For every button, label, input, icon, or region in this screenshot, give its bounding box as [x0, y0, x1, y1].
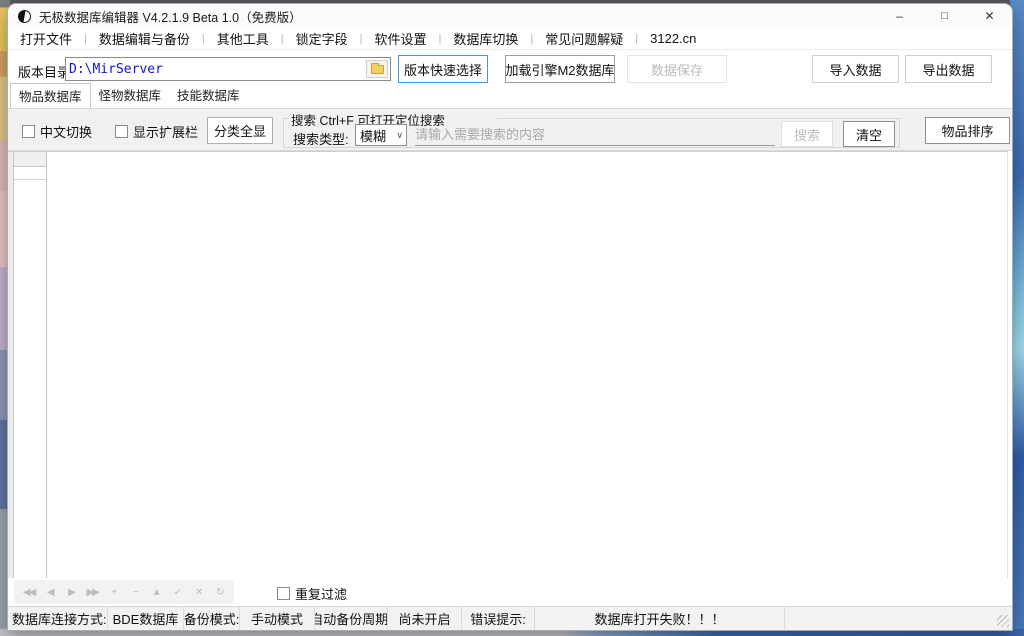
folder-icon [371, 65, 384, 74]
clear-button[interactable]: 清空 [843, 121, 895, 147]
search-type-value: 模糊 [360, 126, 386, 145]
browse-folder-button[interactable] [366, 60, 388, 78]
status-filler [785, 607, 1012, 630]
cancel-edit-button: ✕ [189, 587, 207, 598]
prior-record-button: ◀ [41, 587, 59, 598]
menu-separator: | [524, 33, 539, 45]
menu-separator: | [275, 33, 290, 45]
menu-separator: | [196, 33, 211, 45]
window-controls: – □ ✕ [877, 4, 1012, 28]
search-group: 搜索 Ctrl+F 可打开定位搜索 搜索类型: 模糊 ∨ 搜索 清空 [283, 109, 900, 150]
load-m2-database-button[interactable]: 加载引擎M2数据库 [505, 55, 615, 83]
import-data-button[interactable]: 导入数据 [812, 55, 899, 83]
grid-empty-row [14, 168, 46, 180]
version-dir-input[interactable] [69, 59, 364, 79]
search-type-label: 搜索类型: [293, 129, 349, 148]
menu-database-switch[interactable]: 数据库切换 [447, 29, 524, 48]
category-show-all-button[interactable]: 分类全显 [207, 117, 273, 144]
status-auto-backup-value: 尚未开启 [388, 607, 462, 630]
chinese-toggle-label: 中文切换 [40, 122, 92, 141]
checkbox-box[interactable] [22, 125, 35, 138]
db-navigator: ◀◀ ◀ ▶ ▶▶ + − ▲ ✓ ✕ ↻ [14, 580, 234, 604]
menu-data-edit-backup[interactable]: 数据编辑与备份 [93, 29, 196, 48]
menu-separator: | [78, 33, 93, 45]
export-data-button[interactable]: 导出数据 [905, 55, 992, 83]
menu-bar: 打开文件 | 数据编辑与备份 | 其他工具 | 锁定字段 | 软件设置 | 数据… [8, 28, 1012, 50]
menu-faq[interactable]: 常见问题解疑 [539, 29, 629, 48]
menu-website-link[interactable]: 3122.cn [644, 31, 702, 46]
insert-record-button: + [104, 587, 122, 598]
checkbox-box[interactable] [277, 587, 290, 600]
item-data-grid[interactable] [8, 151, 1008, 578]
status-connection-label: 数据库连接方式: [8, 607, 108, 630]
tab-item-database[interactable]: 物品数据库 [10, 83, 91, 108]
record-navigator-bar: ◀◀ ◀ ▶ ▶▶ + − ▲ ✓ ✕ ↻ 重复过滤 [8, 578, 1008, 606]
tab-monster-database[interactable]: 怪物数据库 [91, 83, 170, 108]
checkbox-box[interactable] [115, 125, 128, 138]
menu-separator: | [629, 33, 644, 45]
maximize-button[interactable]: □ [922, 4, 967, 28]
desktop-wallpaper-right [1010, 0, 1024, 636]
status-connection-value: BDE数据库 [108, 607, 184, 630]
show-extend-bar-label: 显示扩展栏 [133, 122, 198, 141]
next-record-button: ▶ [62, 587, 80, 598]
grid-column-divider [46, 152, 47, 578]
last-record-button: ▶▶ [83, 587, 101, 598]
search-input[interactable] [415, 124, 775, 146]
data-save-button: 数据保存 [627, 55, 727, 83]
close-button[interactable]: ✕ [967, 4, 1012, 28]
menu-separator: | [433, 33, 448, 45]
version-dir-box [65, 57, 391, 81]
tab-skill-database[interactable]: 技能数据库 [169, 83, 248, 108]
status-error-label: 错误提示: [462, 607, 535, 630]
edit-record-button: ▲ [147, 587, 165, 598]
filter-panel: 中文切换 显示扩展栏 分类全显 搜索 Ctrl+F 可打开定位搜索 搜索类型: … [8, 108, 1012, 151]
menu-open-file[interactable]: 打开文件 [8, 29, 78, 48]
duplicate-filter-label: 重复过滤 [295, 584, 347, 603]
app-window: 无极数据库编辑器 V4.2.1.9 Beta 1.0（免费版） – □ ✕ 打开… [8, 4, 1012, 630]
status-backup-mode-label: 备份模式: [184, 607, 240, 630]
menu-software-settings[interactable]: 软件设置 [369, 29, 433, 48]
status-auto-backup-label: 自动备份周期: [315, 607, 388, 630]
refresh-data-button: ↻ [210, 587, 228, 598]
resize-grip[interactable] [997, 615, 1009, 627]
minimize-button[interactable]: – [877, 4, 922, 28]
grid-indicator-column [8, 152, 14, 578]
window-title: 无极数据库编辑器 V4.2.1.9 Beta 1.0（免费版） [39, 7, 302, 26]
status-bar: 数据库连接方式: BDE数据库 备份模式: 手动模式 自动备份周期: 尚未开启 … [8, 606, 1012, 630]
desktop-wallpaper-bottom [0, 629, 1024, 636]
menu-separator: | [354, 33, 369, 45]
search-type-select[interactable]: 模糊 ∨ [355, 124, 407, 146]
status-error-message: 数据库打开失败！！！ [535, 607, 785, 630]
version-quick-select-button[interactable]: 版本快速选择 [398, 55, 488, 83]
post-edit-button: ✓ [168, 587, 186, 598]
show-extend-bar-checkbox[interactable]: 显示扩展栏 [115, 122, 198, 141]
app-logo-icon [18, 10, 31, 23]
first-record-button: ◀◀ [20, 587, 38, 598]
status-backup-mode-value: 手动模式 [240, 607, 315, 630]
delete-record-button: − [126, 587, 144, 598]
item-sort-button[interactable]: 物品排序 [925, 117, 1010, 144]
search-button: 搜索 [781, 121, 833, 147]
menu-other-tools[interactable]: 其他工具 [211, 29, 275, 48]
chinese-toggle-checkbox[interactable]: 中文切换 [22, 122, 92, 141]
database-tabs: 物品数据库 怪物数据库 技能数据库 [8, 88, 1012, 108]
duplicate-filter-checkbox[interactable]: 重复过滤 [277, 584, 347, 603]
chevron-down-icon: ∨ [396, 130, 403, 141]
title-bar: 无极数据库编辑器 V4.2.1.9 Beta 1.0（免费版） – □ ✕ [8, 4, 1012, 28]
menu-lock-fields[interactable]: 锁定字段 [290, 29, 354, 48]
